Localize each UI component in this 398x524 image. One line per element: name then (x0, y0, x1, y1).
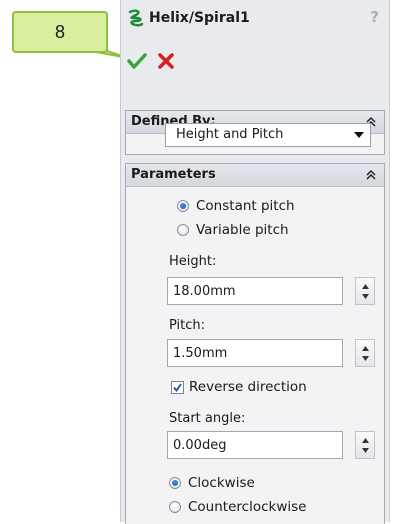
variable-pitch-label: Variable pitch (196, 222, 289, 238)
variable-pitch-radio[interactable]: Variable pitch (177, 222, 289, 238)
radio-selected-icon (177, 200, 189, 212)
checkmark-icon[interactable] (127, 52, 147, 70)
panel-title: Helix/Spiral1 (149, 10, 250, 26)
pitch-input[interactable]: 1.50mm (167, 339, 343, 367)
double-chevron-up-icon[interactable] (365, 169, 377, 181)
pitch-label: Pitch: (169, 318, 206, 333)
spin-down-icon[interactable] (362, 448, 369, 453)
reverse-direction-checkbox[interactable]: Reverse direction (171, 379, 307, 395)
defined-by-dropdown[interactable]: Height and Pitch (165, 123, 371, 147)
constant-pitch-radio[interactable]: Constant pitch (177, 198, 295, 214)
height-value: 18.00mm (173, 284, 236, 299)
clockwise-label: Clockwise (188, 475, 255, 491)
start-angle-input[interactable]: 0.00deg (167, 431, 343, 459)
defined-by-value: Height and Pitch (176, 127, 284, 142)
checkbox-checked-icon (171, 380, 184, 394)
start-angle-label: Start angle: (169, 411, 246, 426)
constant-pitch-label: Constant pitch (196, 198, 295, 214)
spin-up-icon[interactable] (362, 346, 369, 351)
spin-up-icon[interactable] (362, 284, 369, 289)
radio-unselected-icon (177, 224, 189, 236)
height-input[interactable]: 18.00mm (167, 277, 343, 305)
panel-titlebar: Helix/Spiral1 ? (121, 6, 389, 30)
property-manager-panel: Helix/Spiral1 ? Defined By: Height and P… (120, 0, 390, 524)
parameters-header[interactable]: Parameters (126, 164, 384, 187)
pitch-spinner[interactable] (355, 339, 375, 367)
clockwise-radio[interactable]: Clockwise (169, 475, 255, 491)
radio-selected-icon (169, 477, 181, 489)
radio-unselected-icon (169, 501, 181, 513)
spin-down-icon[interactable] (362, 294, 369, 299)
counterclockwise-label: Counterclockwise (188, 499, 307, 515)
spin-down-icon[interactable] (362, 356, 369, 361)
reverse-direction-label: Reverse direction (189, 379, 307, 395)
callout-number-tag: 8 (12, 11, 108, 53)
parameters-title: Parameters (131, 167, 216, 182)
spin-up-icon[interactable] (362, 438, 369, 443)
pitch-value: 1.50mm (173, 346, 228, 361)
help-icon[interactable]: ? (370, 8, 379, 26)
helix-icon (128, 9, 144, 27)
height-label: Height: (169, 254, 217, 269)
start-angle-value: 0.00deg (173, 438, 227, 453)
counterclockwise-radio[interactable]: Counterclockwise (169, 499, 306, 515)
start-angle-spinner[interactable] (355, 431, 375, 459)
chevron-down-icon (354, 132, 364, 138)
close-icon[interactable] (157, 52, 175, 70)
height-spinner[interactable] (355, 277, 375, 305)
callout-number: 8 (54, 21, 65, 42)
